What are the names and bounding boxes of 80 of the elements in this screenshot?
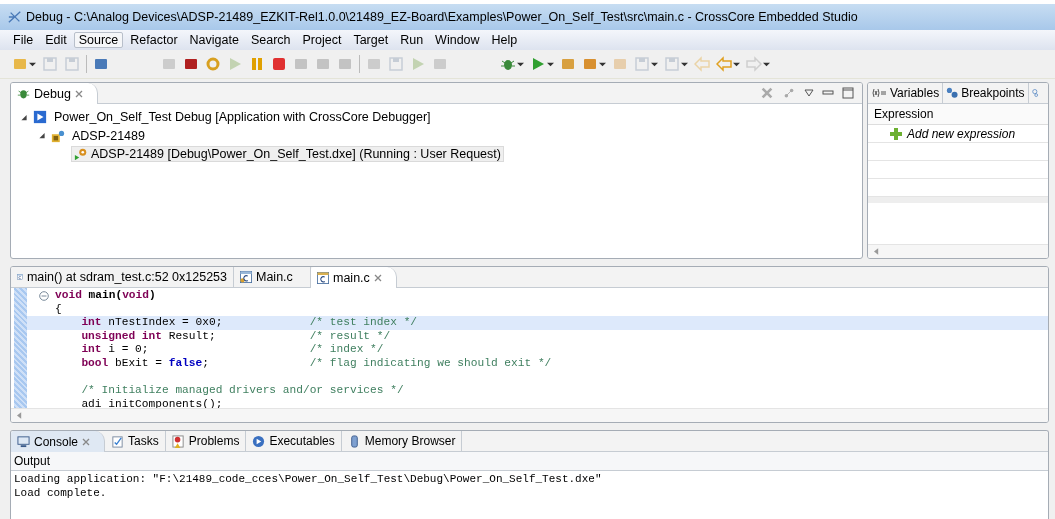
caret-icon[interactable] — [29, 60, 36, 68]
menu-item[interactable]: Help — [486, 32, 523, 48]
menu-item[interactable]: Navigate — [184, 32, 244, 48]
tree-item[interactable]: ADSP-21489 [Debug\Power_On_Self_Test.dxe] (Running : User Request) — [71, 146, 504, 163]
add-expression-row[interactable]: Add new expression — [868, 125, 1048, 143]
plus-icon — [890, 127, 902, 140]
code-line: void main(void) — [27, 289, 1048, 303]
menu-item[interactable]: Run — [395, 32, 429, 48]
code-line: bool bExit = false; /* flag indicating we should exit */ — [80, 356, 553, 371]
menu-item[interactable]: Search — [245, 32, 296, 48]
panel-tab[interactable]: Executables — [246, 431, 342, 451]
tab-label: Console — [34, 434, 79, 449]
tab-label: Executables — [269, 434, 335, 448]
code-line: /* Initialize managed drivers and/or services */ — [80, 384, 405, 398]
remove-icon[interactable] — [760, 86, 774, 100]
menu-item[interactable]: Target — [348, 32, 394, 48]
console-line: Loading application: "F:\21489_code_cces\Power_On_Self_Test\Debug\Power_On_Self_Test.dxe" — [14, 473, 603, 487]
close-icon[interactable] — [373, 273, 382, 282]
warning-icon — [171, 434, 185, 448]
close-icon[interactable] — [82, 437, 91, 446]
menu-item[interactable]: File — [8, 32, 39, 48]
scroll-left-icon[interactable] — [874, 248, 879, 255]
code-line: unsigned int Result; /* result */ — [80, 329, 392, 344]
caret-icon[interactable] — [547, 60, 554, 68]
tab-label: Breakpoints — [961, 86, 1025, 100]
expand-arrow-icon[interactable] — [19, 113, 29, 121]
fold-icon[interactable] — [39, 291, 49, 301]
processor-icon — [51, 128, 65, 143]
menu-item[interactable]: Source — [73, 32, 124, 48]
tab-label: Main.c — [256, 270, 293, 284]
console-line: Load complete. — [14, 487, 108, 501]
expand-arrow-icon[interactable] — [37, 132, 47, 140]
column-header: Expression — [868, 104, 1048, 125]
tab-label: Memory Browser — [364, 434, 456, 448]
breakpoints-icon — [946, 87, 959, 99]
panel-tab[interactable]: Tasks — [105, 431, 166, 451]
tree-item[interactable]: Power_On_Self_Test Debug [Application with CrossCore Debugger] — [51, 109, 434, 126]
maximize-icon[interactable] — [842, 87, 854, 99]
tree-item[interactable]: ADSP-21489 — [69, 127, 148, 144]
tab-label: Problems — [188, 434, 240, 448]
launch-icon — [33, 110, 47, 125]
tab-label: Variables — [890, 86, 940, 100]
menu-item[interactable]: Project — [297, 32, 347, 48]
panel-tab[interactable]: Variables — [868, 83, 944, 103]
tab-label: Tasks — [128, 434, 159, 448]
menu-item[interactable]: Window — [430, 32, 485, 48]
panel-tab[interactable]: Breakpoints — [943, 83, 1029, 103]
code-line: { — [54, 302, 63, 317]
editor-tab[interactable]: main.c — [311, 267, 397, 288]
variables-icon — [871, 88, 887, 98]
clipboard-icon — [111, 434, 125, 448]
editor-tab[interactable]: main() at sdram_test.c:52 0x125253 — [11, 267, 234, 287]
remove-all-icon[interactable] — [782, 86, 796, 100]
caret-icon[interactable] — [599, 60, 606, 68]
bug-icon — [17, 87, 30, 100]
editor-tab[interactable]: Main.c — [234, 267, 311, 287]
minimize-icon[interactable] — [822, 88, 834, 98]
window-title: Debug - C:\Analog Devices\ADSP-21489_EZKIT-Rel1.0.0\21489_EZ-Board\Examples\Power_On_Self_Test\src\main.c - CrossCore Embedded Studio — [26, 10, 858, 24]
tab-label: Debug — [34, 86, 71, 101]
panel-tab[interactable]: Console — [11, 431, 106, 452]
panel-tab[interactable]: Problems — [165, 431, 247, 451]
stop-icon[interactable] — [271, 56, 287, 72]
debug-tab[interactable]: Debug — [11, 83, 98, 104]
tab-label: main.c — [333, 270, 370, 285]
caret-icon[interactable] — [517, 60, 524, 68]
app-logo-icon — [8, 10, 22, 24]
console-title: Output — [11, 452, 1048, 471]
caret-icon[interactable] — [733, 60, 740, 68]
running-process-icon — [74, 147, 88, 162]
scroll-left-icon[interactable] — [17, 412, 22, 419]
panel-tab[interactable]: Memory Browser — [341, 431, 463, 451]
pause-icon[interactable] — [249, 56, 265, 72]
menu-item[interactable]: Refactor — [125, 32, 183, 48]
view-menu-icon[interactable] — [804, 88, 814, 98]
tab-label: main() at sdram_test.c:52 0x125253 — [26, 270, 227, 284]
menu-item[interactable]: Edit — [40, 32, 72, 48]
close-icon[interactable] — [74, 89, 83, 98]
play-icon — [252, 434, 266, 448]
code-line: int i = 0; /* index */ — [80, 343, 385, 357]
monitor-icon — [17, 435, 30, 448]
